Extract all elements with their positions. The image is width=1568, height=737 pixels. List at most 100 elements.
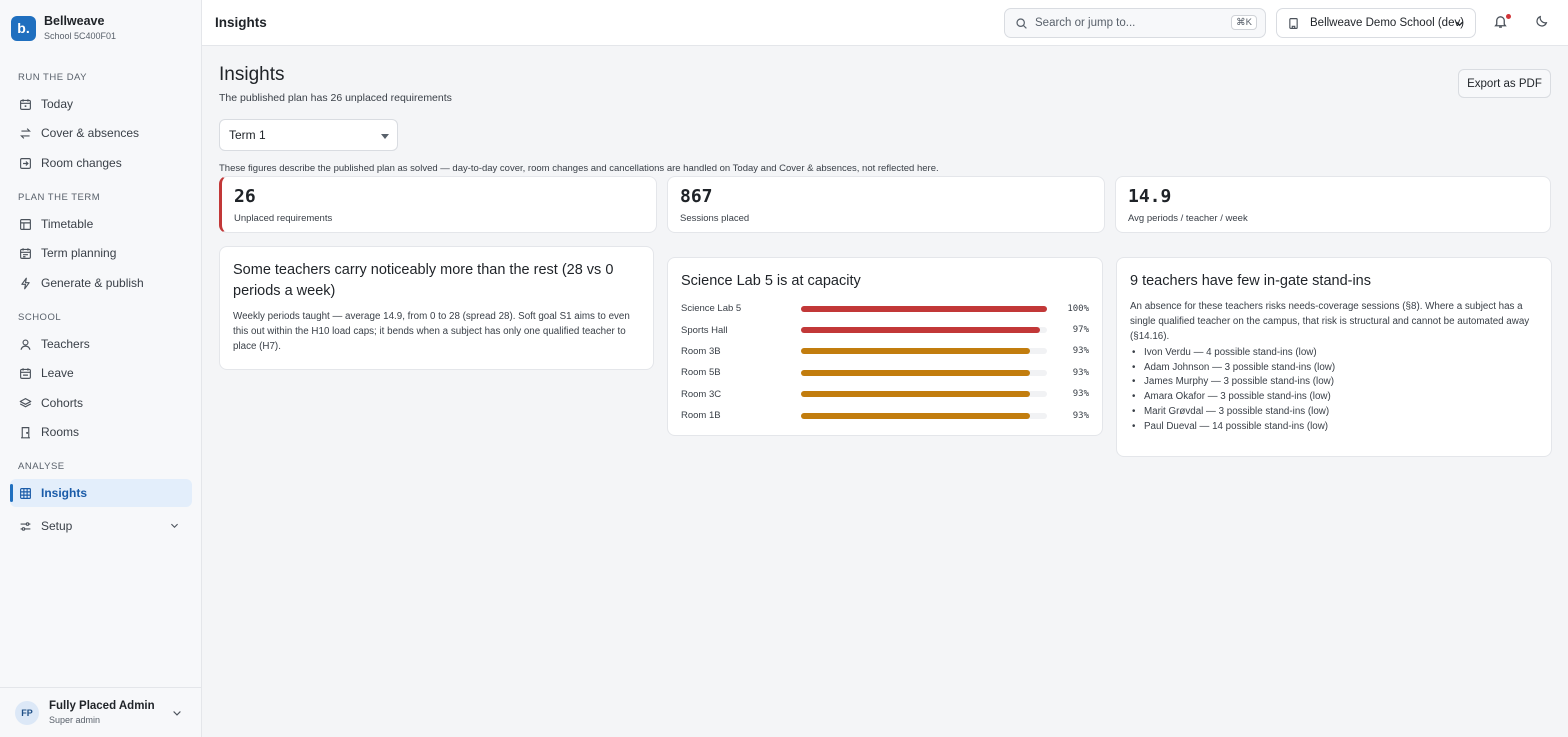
export-pdf-button[interactable]: Export as PDF [1458, 69, 1551, 98]
card-body: An absence for these teachers risks need… [1130, 301, 1530, 342]
section-label-plan-the-term: PLAN THE TERM [18, 192, 101, 203]
sidebar-item-leave[interactable]: Leave [10, 359, 192, 387]
user-name: Fully Placed Admin [49, 699, 155, 712]
grid-icon [18, 217, 32, 231]
stat-card-avg-periods: 14.9 Avg periods / teacher / week [1115, 176, 1551, 233]
sidebar-item-label: Cover & absences [41, 126, 140, 140]
brand-logo: b. [11, 15, 36, 41]
capacity-bars: Science Lab 5 100% Sports Hall 97% Room 3B 93… [681, 298, 1089, 426]
stat-card-sessions: 867 Sessions placed [667, 176, 1105, 233]
capacity-bar [801, 412, 1030, 419]
avatar: FP [15, 700, 39, 725]
capacity-bar [801, 305, 1047, 312]
room-label: Room 3C [681, 388, 722, 400]
capacity-row: Sports Hall 97% [681, 319, 1089, 340]
capacity-value: 93% [1072, 389, 1089, 400]
sidebar-item-room-changes[interactable]: Room changes [10, 149, 192, 177]
sidebar-item-generate-publish[interactable]: Generate & publish [10, 269, 192, 297]
capacity-bar [801, 369, 1030, 376]
section-label-school: SCHOOL [18, 312, 62, 323]
list-item: Amara Okafor — 3 possible stand-ins (low… [1130, 390, 1538, 405]
section-label-analyse: ANALYSE [18, 461, 65, 472]
brand[interactable]: b. Bellweave School 5C400F01 [11, 14, 116, 42]
term-select-value: Term 1 [229, 128, 266, 142]
stat-label: Avg periods / teacher / week [1128, 213, 1248, 224]
capacity-insight-card: Science Lab 5 is at capacity Science Lab… [667, 257, 1103, 436]
sidebar-item-cohorts[interactable]: Cohorts [10, 389, 192, 417]
calendar-icon [18, 97, 32, 111]
sidebar-item-teachers[interactable]: Teachers [10, 330, 192, 358]
capacity-value: 93% [1072, 367, 1089, 378]
top-bar: Insights Search or jump to... ⌘K Bellwea… [202, 0, 1568, 46]
search-placeholder: Search or jump to... [1035, 17, 1136, 29]
sidebar-item-insights[interactable]: Insights [10, 479, 192, 507]
sidebar-item-label: Timetable [41, 217, 94, 231]
search-input[interactable]: Search or jump to... ⌘K [1004, 8, 1266, 38]
sidebar-item-label: Leave [41, 366, 74, 380]
page-title: Insights [219, 64, 285, 85]
capacity-row: Room 3C 93% [681, 384, 1089, 405]
section-label-run-the-day: RUN THE DAY [18, 72, 88, 83]
capacity-row: Room 5B 93% [681, 362, 1089, 383]
sidebar: b. Bellweave School 5C400F01 RUN THE DAY… [0, 0, 202, 737]
building-icon [18, 425, 32, 439]
capacity-row: Room 3B 93% [681, 341, 1089, 362]
term-select[interactable]: Term 1 [219, 119, 398, 151]
school-selector-label: Bellweave Demo School (dev) [1310, 17, 1465, 29]
page-subtitle: The published plan has 26 unplaced requi… [219, 92, 452, 104]
card-title: Some teachers carry noticeably more than… [233, 262, 614, 299]
room-label: Room 3B [681, 345, 721, 357]
notification-dot [1506, 14, 1511, 19]
capacity-value: 93% [1072, 410, 1089, 421]
topbar-title: Insights [215, 15, 267, 30]
sidebar-item-label: Room changes [41, 156, 122, 170]
door-enter-icon [18, 156, 32, 170]
user-menu[interactable]: FP Fully Placed Admin Super admin [0, 687, 201, 737]
layers-icon [18, 396, 32, 410]
sidebar-item-label: Cohorts [41, 396, 84, 410]
capacity-value: 97% [1072, 325, 1089, 336]
sidebar-item-timetable[interactable]: Timetable [10, 210, 192, 238]
capacity-bar-track [801, 348, 1047, 355]
standin-insight-card: 9 teachers have few in-gate stand-ins An… [1116, 257, 1552, 457]
main-content: Insights The published plan has 26 unpla… [202, 46, 1568, 737]
capacity-bar [801, 327, 1040, 334]
capacity-row: Room 1B 93% [681, 405, 1089, 426]
sidebar-item-rooms[interactable]: Rooms [10, 418, 192, 446]
chevron-down-icon [169, 520, 180, 534]
sidebar-item-label: Teachers [41, 337, 90, 351]
stat-value: 26 [234, 186, 256, 207]
school-code: School 5C400F01 [44, 31, 117, 41]
stat-value: 867 [680, 186, 713, 207]
sidebar-item-label: Generate & publish [41, 276, 144, 290]
chevron-down-icon [1454, 18, 1465, 32]
search-icon [1015, 17, 1028, 30]
school-selector[interactable]: Bellweave Demo School (dev) [1276, 8, 1476, 38]
stat-label: Unplaced requirements [234, 213, 333, 224]
capacity-value: 93% [1072, 346, 1089, 357]
capacity-value: 100% [1067, 303, 1089, 314]
sidebar-item-today[interactable]: Today [10, 90, 192, 118]
sidebar-item-cover-absences[interactable]: Cover & absences [10, 119, 192, 147]
user-role: Super admin [49, 714, 101, 725]
room-label: Room 1B [681, 410, 721, 422]
user-icon [18, 337, 32, 351]
capacity-bar-track [801, 305, 1047, 312]
capacity-bar-track [801, 412, 1047, 419]
sidebar-item-label: Insights [41, 486, 88, 500]
list-item: Paul Dueval — 14 possible stand-ins (low… [1130, 420, 1538, 435]
sidebar-item-term-planning[interactable]: Term planning [10, 239, 192, 267]
list-item: Marit Grøvdal — 3 possible stand-ins (lo… [1130, 405, 1538, 420]
sidebar-item-setup[interactable]: Setup [10, 512, 192, 540]
moon-icon[interactable] [1535, 14, 1549, 33]
search-shortcut: ⌘K [1231, 15, 1257, 30]
disclaimer: These figures describe the published pla… [219, 163, 939, 174]
capacity-bar-track [801, 391, 1047, 398]
sidebar-item-label: Rooms [41, 425, 80, 439]
capacity-bar-track [801, 327, 1047, 334]
stat-label: Sessions placed [680, 213, 750, 224]
capacity-bar-track [801, 369, 1047, 376]
table-icon [18, 486, 32, 500]
room-label: Science Lab 5 [681, 303, 742, 315]
swap-icon [18, 126, 32, 140]
